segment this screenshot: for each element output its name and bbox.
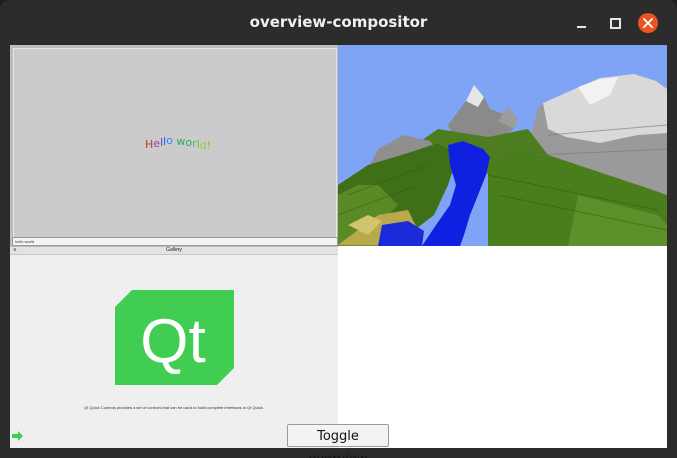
toggle-overview-button[interactable]: Toggle overview <box>287 424 389 458</box>
terrain-scene <box>338 45 667 246</box>
arrow-right-icon[interactable] <box>12 430 24 442</box>
hello-letter: e <box>153 137 161 150</box>
title-bar[interactable]: overview-compositor <box>0 0 677 45</box>
close-icon[interactable] <box>638 13 658 33</box>
maximize-icon[interactable] <box>605 13 625 33</box>
hello-letter: o <box>166 134 173 147</box>
gallery-toolbar: ≡ Gallery <box>10 247 338 255</box>
hello-letter: w <box>176 135 186 148</box>
qt-logo: Qt <box>115 290 234 385</box>
client-window-hello[interactable]: Hello world! hello world <box>10 45 338 247</box>
hello-letter: H <box>145 138 154 151</box>
client-window-gallery[interactable]: ≡ Gallery Qt Qt Quick Controls provides … <box>10 247 338 448</box>
gallery-caption: Qt Quick Controls provides a set of cont… <box>84 405 264 410</box>
hello-canvas[interactable]: Hello world! <box>13 48 337 238</box>
hello-world-text: Hello world! <box>145 134 212 152</box>
hello-letter: ! <box>206 139 212 152</box>
hello-letter: o <box>185 136 193 149</box>
hello-letter: d <box>199 139 207 152</box>
qt-logo-text: Qt <box>140 307 205 376</box>
minimize-icon[interactable] <box>572 13 592 33</box>
empty-tile <box>338 246 667 448</box>
compositor-window: overview-compositor Hello world! hello w… <box>0 0 677 458</box>
gallery-title: Gallery <box>166 247 182 253</box>
client-window-terrain[interactable] <box>338 45 667 246</box>
hamburger-icon[interactable]: ≡ <box>12 247 18 254</box>
hello-text-input[interactable]: hello world <box>12 237 338 246</box>
overview-area: Hello world! hello world ≡ Gallery Qt Qt… <box>10 45 667 448</box>
